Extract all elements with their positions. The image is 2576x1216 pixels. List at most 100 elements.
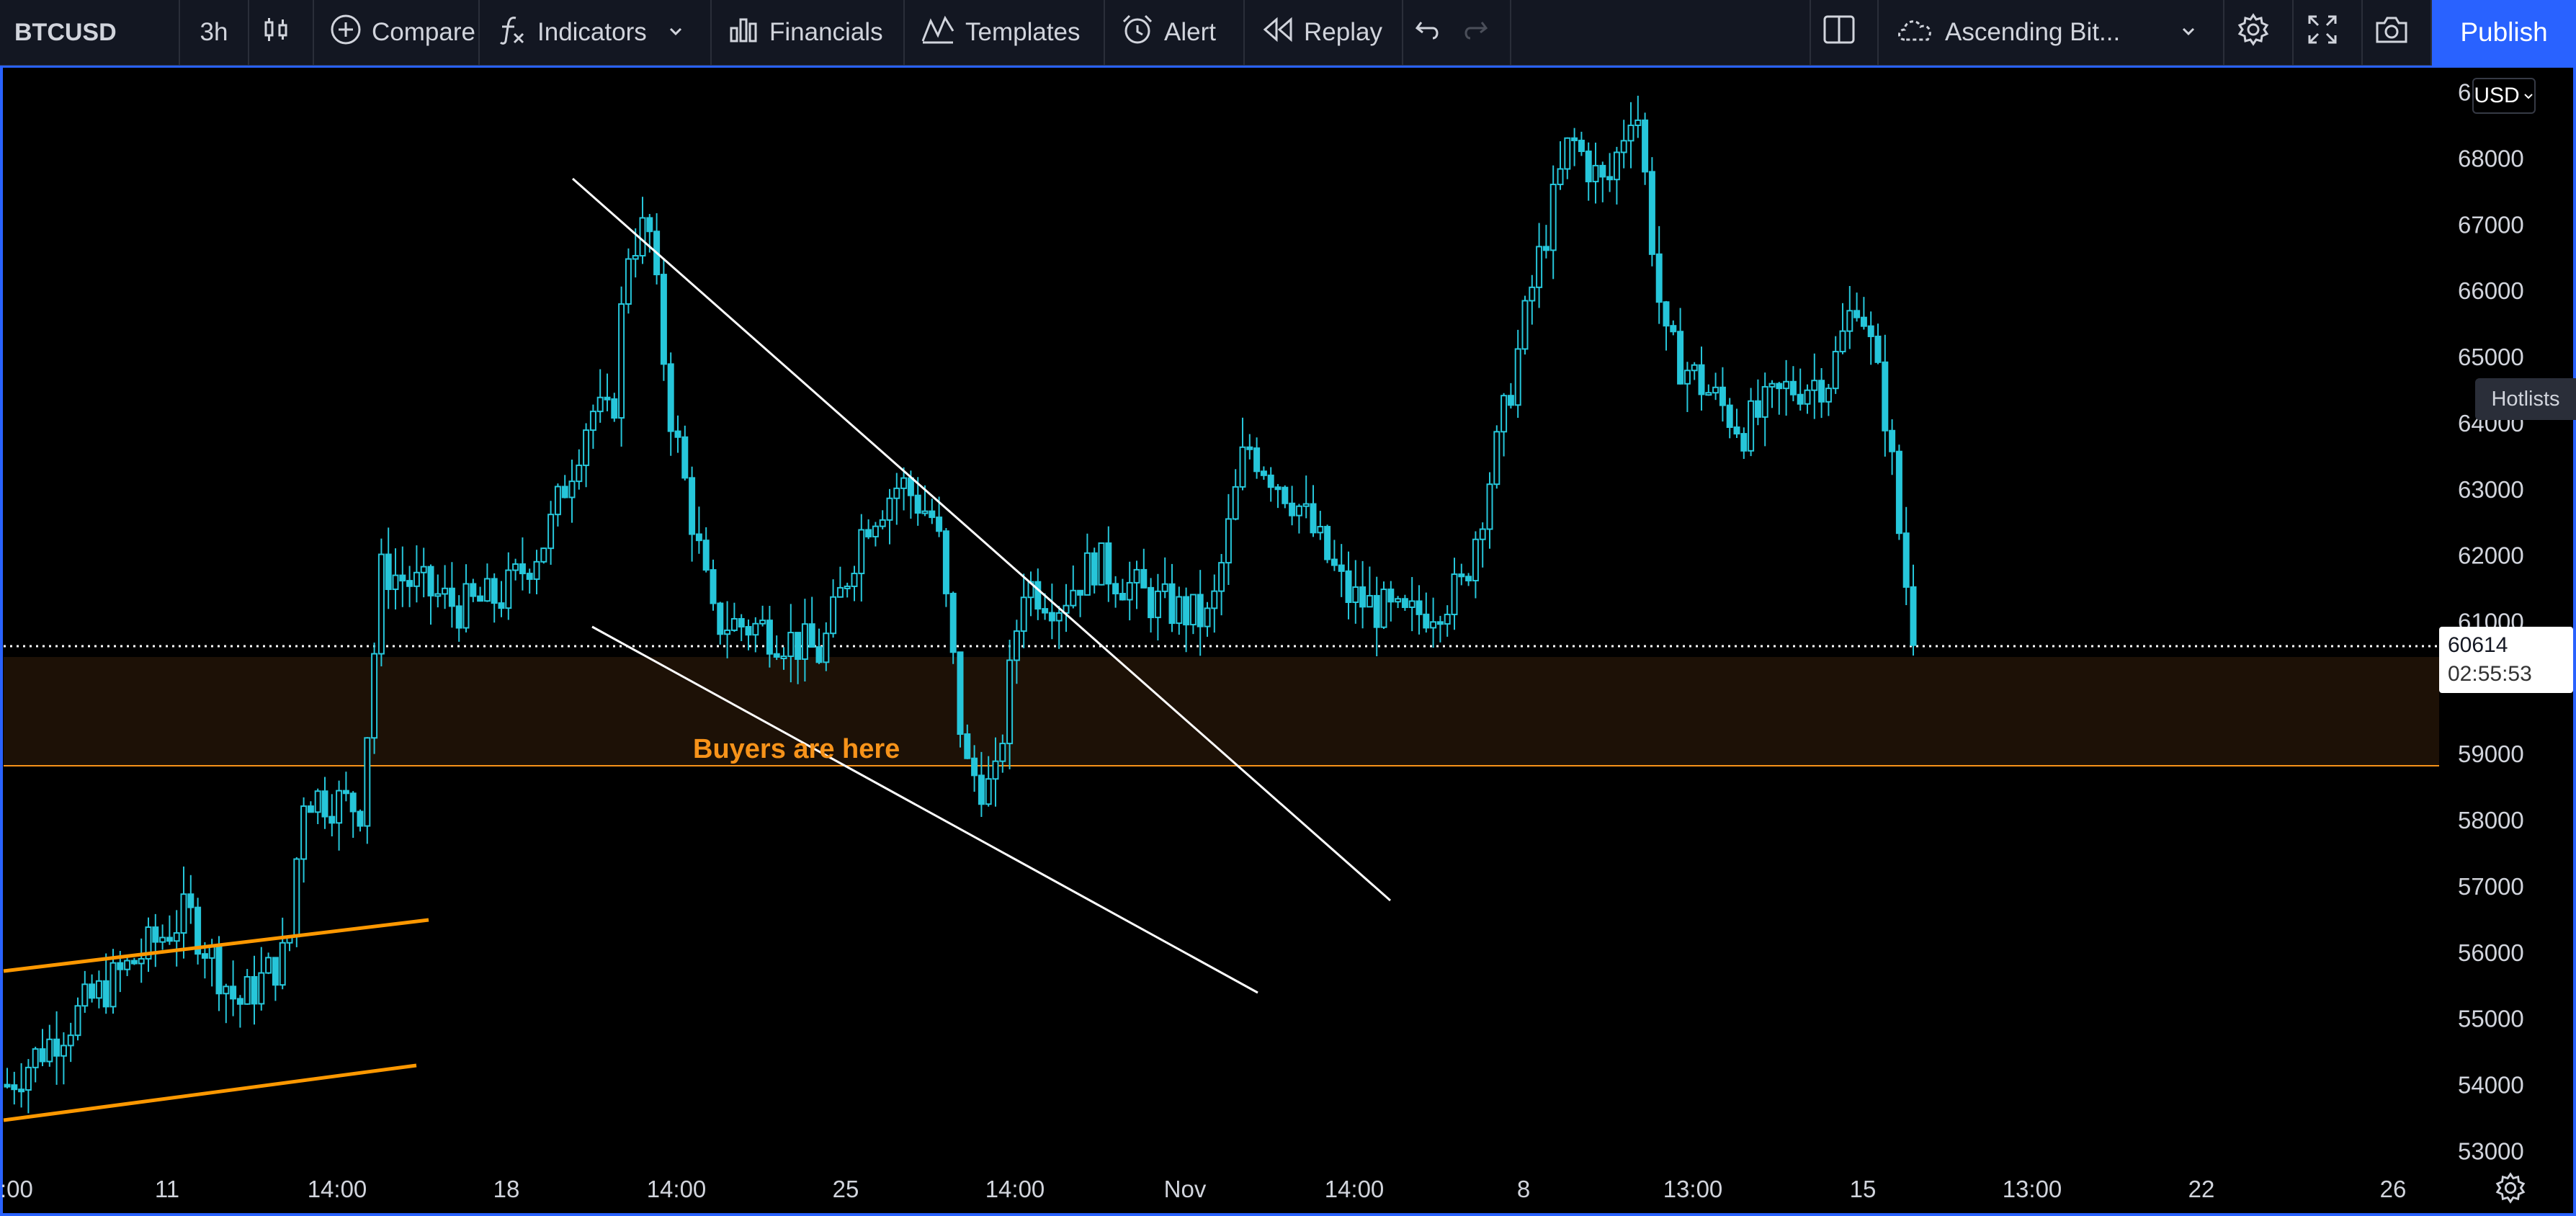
candle-body: [483, 578, 491, 602]
candle-body: [1168, 583, 1176, 625]
candle-body: [11, 1084, 18, 1091]
candle-body: [1345, 570, 1352, 604]
candle-body: [413, 571, 420, 587]
candle-body: [60, 1045, 67, 1057]
candle-body: [95, 980, 102, 999]
candles-group[interactable]: [4, 95, 1917, 1114]
candle-body: [1105, 542, 1112, 585]
candle-body: [730, 618, 738, 631]
price-scale[interactable]: 6680006700066000650006400063000620006100…: [2458, 79, 2524, 1165]
time-tick-label: 11: [155, 1176, 179, 1202]
candle-body: [596, 396, 604, 413]
candle-body: [724, 629, 731, 635]
candle-body: [717, 602, 724, 635]
candle-body: [1324, 526, 1331, 560]
candle-body: [1860, 316, 1867, 327]
candle-body: [808, 623, 815, 648]
candle-body: [1310, 503, 1317, 534]
candle-body: [1020, 596, 1027, 632]
candle-body: [1486, 483, 1493, 530]
candle-body: [526, 573, 533, 580]
candle-body: [1246, 446, 1253, 450]
candle-body: [328, 815, 336, 824]
candle-body: [1761, 385, 1768, 418]
candle-body: [1592, 164, 1599, 183]
candle-body: [872, 525, 879, 537]
candle-body: [801, 623, 808, 660]
candle-body: [1501, 395, 1508, 433]
candle-body: [399, 574, 406, 582]
candle-body: [420, 565, 427, 573]
candle-body: [314, 790, 321, 813]
time-tick-label: 18: [493, 1176, 520, 1202]
candle-body: [1451, 573, 1458, 615]
candle-body: [879, 519, 886, 527]
price-chart[interactable]: Buyers are here 668000670006600065000640…: [0, 0, 2576, 1216]
candle-body: [1436, 621, 1444, 625]
candle-body: [180, 893, 187, 934]
candle-body: [1218, 562, 1225, 592]
candle-body: [342, 790, 349, 795]
time-tick-label: 13:00: [1663, 1176, 1723, 1202]
candle-body: [349, 792, 357, 813]
candle-body: [208, 946, 215, 959]
candle-body: [830, 596, 837, 635]
candle-body: [1804, 389, 1811, 405]
candle-body: [1726, 404, 1733, 429]
candle-body: [1274, 486, 1282, 491]
candle-body: [406, 580, 413, 587]
axis-settings-button[interactable]: [2494, 1171, 2527, 1208]
candle-body: [1083, 552, 1091, 596]
candle-body: [307, 805, 314, 813]
candle-body: [1133, 568, 1140, 584]
candle-body: [1811, 380, 1818, 391]
candle-body: [1408, 600, 1416, 608]
candle-body: [667, 363, 674, 432]
candle-body: [1472, 538, 1479, 582]
candle-body: [1789, 380, 1797, 395]
candle-body: [780, 656, 787, 660]
candle-body: [1148, 586, 1155, 619]
price-tick-label: 6: [2458, 79, 2471, 106]
candle-body: [1818, 380, 1825, 403]
candle-body: [985, 778, 992, 805]
candle-body: [130, 960, 138, 965]
candle-body: [1395, 598, 1402, 603]
time-axis[interactable]: :00 11 14:00 18 14:00 25 14:00 Nov 14:00 8 13:00 15…: [0, 1176, 2406, 1202]
candle-body: [201, 953, 208, 959]
candle-body: [1606, 176, 1614, 181]
candle-body: [124, 960, 131, 970]
candle-body: [836, 586, 844, 598]
candle-body: [1867, 325, 1874, 337]
time-tick-label: 14:00: [647, 1176, 707, 1202]
candle-body: [893, 487, 900, 499]
candle-body: [498, 602, 505, 609]
candle-body: [1401, 598, 1408, 608]
candle-body: [1599, 164, 1606, 178]
candle-body: [1359, 586, 1367, 608]
candle-body: [377, 553, 385, 655]
candle-body: [639, 217, 646, 257]
time-tick-label: 26: [2380, 1176, 2407, 1202]
candle-body: [858, 529, 865, 575]
bar-countdown: 02:55:53: [2448, 662, 2532, 686]
candle-body: [1140, 568, 1148, 589]
hotlists-tab[interactable]: Hotlists: [2475, 378, 2576, 420]
candle-body: [1331, 558, 1338, 566]
candle-body: [39, 1048, 46, 1063]
candle-body: [992, 760, 999, 780]
currency-select[interactable]: USD: [2472, 78, 2536, 114]
candle-body: [738, 618, 745, 628]
candle-body: [766, 620, 773, 655]
candle-body: [152, 926, 159, 943]
candle-body: [1444, 613, 1451, 625]
candle-body: [1055, 612, 1063, 622]
candle-body: [1282, 486, 1289, 504]
candle-body: [1874, 335, 1882, 363]
zone-label[interactable]: Buyers are here: [693, 734, 900, 764]
candle-body: [533, 560, 540, 580]
candle-body: [971, 757, 978, 777]
candle-body: [243, 975, 251, 1005]
candle-body: [695, 533, 702, 542]
channel-lower-line[interactable]: [3, 1063, 417, 1122]
